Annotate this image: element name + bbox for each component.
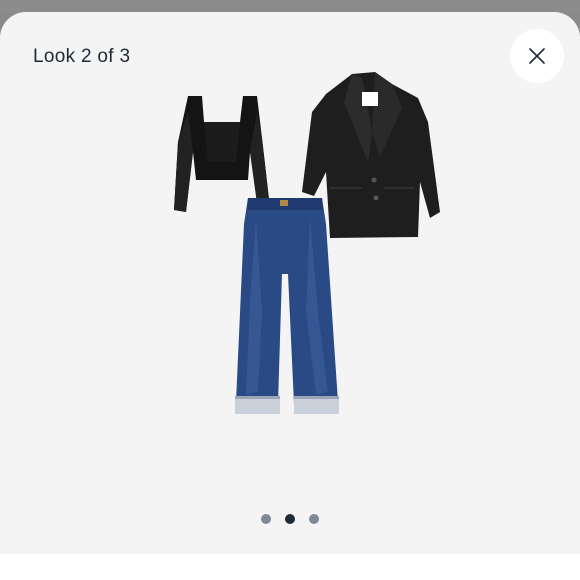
outfit-image: [174, 72, 440, 414]
carousel-dot-3[interactable]: [309, 514, 319, 524]
carousel-dot-1[interactable]: [261, 514, 271, 524]
square-neck-top-image: [174, 96, 270, 212]
wide-leg-jeans-image: [235, 198, 339, 414]
carousel-dot-2[interactable]: [285, 514, 295, 524]
outfit-look-modal: Look 2 of 3: [0, 12, 580, 554]
carousel-pagination: [0, 514, 580, 524]
footer-area: [0, 554, 580, 580]
